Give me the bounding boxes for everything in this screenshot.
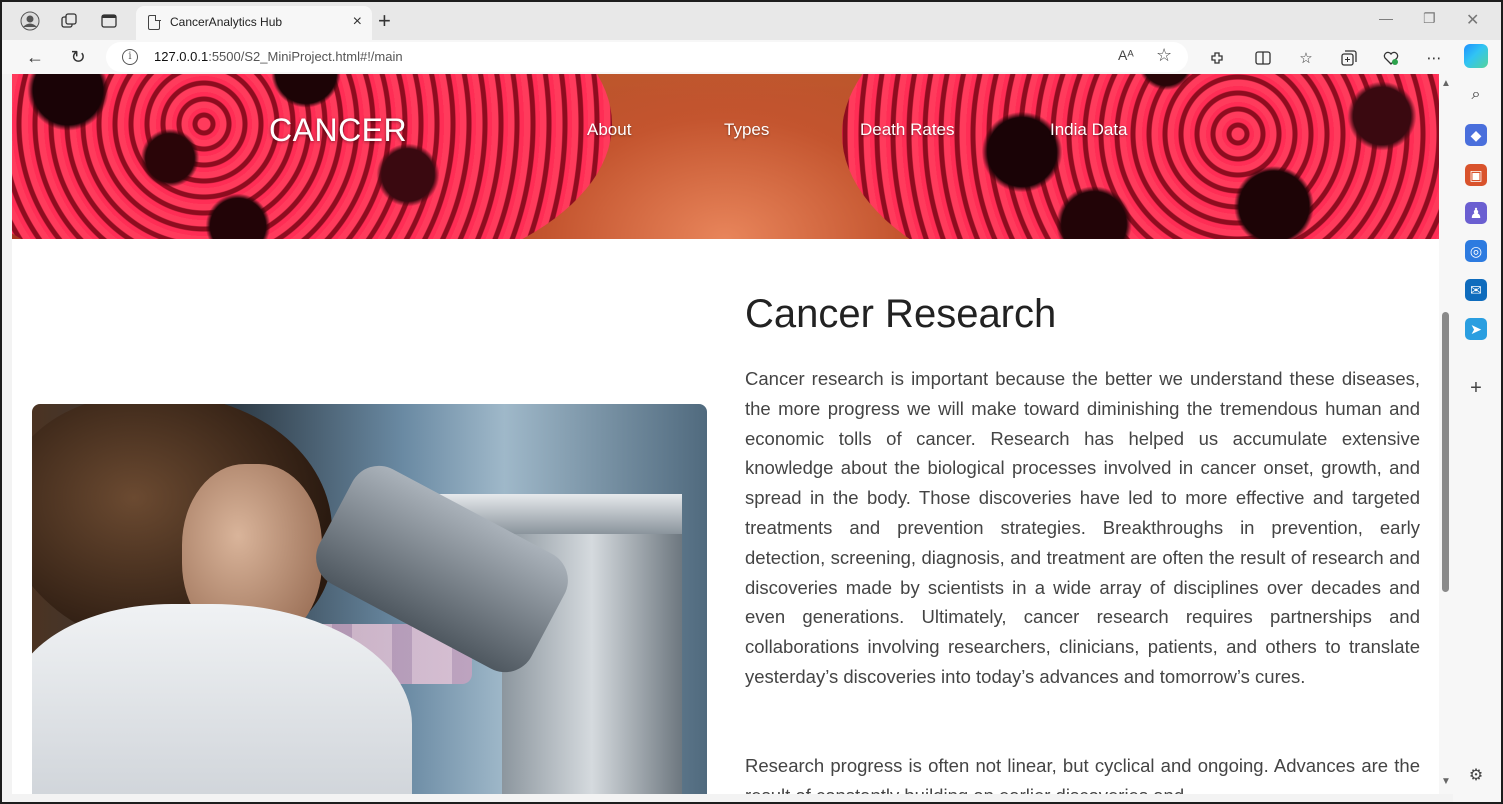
new-tab-button[interactable]: + <box>378 8 391 34</box>
add-sidebar-app-icon[interactable]: + <box>1465 377 1487 399</box>
minimize-icon[interactable]: — <box>1379 10 1393 26</box>
vertical-tabs-icon[interactable] <box>99 11 119 31</box>
page-viewport: CANCER About Types Death Rates India Dat… <box>12 74 1439 794</box>
tools-briefcase-icon[interactable]: ▣ <box>1465 164 1487 186</box>
nav-death-rates[interactable]: Death Rates <box>860 120 955 140</box>
favorites-list-icon[interactable]: ☆ <box>1297 49 1315 67</box>
scrollbar-thumb[interactable] <box>1442 312 1449 592</box>
settings-more-icon[interactable]: ⋯ <box>1425 49 1443 67</box>
scroll-up-icon[interactable]: ▲ <box>1441 78 1451 89</box>
send-drop-icon[interactable]: ➤ <box>1465 318 1487 340</box>
read-aloud-icon[interactable]: Aᴬ <box>1118 47 1134 63</box>
back-icon[interactable]: ← <box>22 44 48 70</box>
nav-about[interactable]: About <box>587 120 631 140</box>
restore-icon[interactable]: ❐ <box>1423 10 1436 27</box>
window-close-icon[interactable]: ✕ <box>1466 10 1479 30</box>
extensions-icon[interactable] <box>1208 49 1226 67</box>
research-paragraph-2: Research progress is often not linear, b… <box>745 755 1420 794</box>
tab-active[interactable]: CancerAnalytics Hub × <box>136 6 372 40</box>
tab-strip: CancerAnalytics Hub × + — ❐ ✕ <box>2 2 1501 40</box>
search-icon[interactable]: ⌕ <box>1465 84 1487 106</box>
outlook-icon[interactable]: ✉ <box>1465 279 1487 301</box>
favorite-star-icon[interactable]: ☆ <box>1156 45 1172 66</box>
site-info-icon[interactable]: i <box>122 49 138 65</box>
nav-india-data[interactable]: India Data <box>1050 120 1128 140</box>
shopping-tag-icon[interactable]: ◆ <box>1465 124 1487 146</box>
browser-essentials-icon[interactable] <box>1382 49 1400 67</box>
nav-types[interactable]: Types <box>724 120 769 140</box>
microsoft-365-icon[interactable]: ◎ <box>1465 240 1487 262</box>
address-url[interactable]: 127.0.0.1:5500/S2_MiniProject.html#!/mai… <box>154 49 403 64</box>
page-title: Cancer Research <box>745 292 1057 336</box>
tab-title: CancerAnalytics Hub <box>170 15 283 29</box>
collections-icon[interactable] <box>1340 49 1358 67</box>
scroll-down-icon[interactable]: ▼ <box>1441 776 1451 787</box>
address-toolbar: ← ↻ i 127.0.0.1:5500/S2_MiniProject.html… <box>2 40 1501 74</box>
address-bar[interactable]: i 127.0.0.1:5500/S2_MiniProject.html#!/m… <box>106 42 1188 72</box>
split-screen-icon[interactable] <box>1254 49 1272 67</box>
profile-avatar-icon[interactable] <box>20 11 40 31</box>
workspaces-icon[interactable] <box>59 11 79 31</box>
edge-sidebar: ⌕ ◆ ▣ ♟ ◎ ✉ ➤ + ⚙ <box>1453 74 1501 802</box>
browser-window: CancerAnalytics Hub × + — ❐ ✕ ← ↻ i 127.… <box>0 0 1503 804</box>
site-logo[interactable]: CANCER <box>269 112 407 149</box>
sidebar-settings-icon[interactable]: ⚙ <box>1465 764 1487 786</box>
researcher-microscope-photo <box>32 404 707 794</box>
games-icon[interactable]: ♟ <box>1465 202 1487 224</box>
cancer-cell-image-left <box>12 74 612 239</box>
page-scrollbar[interactable]: ▲ ▼ <box>1439 74 1453 794</box>
copilot-icon[interactable] <box>1464 44 1488 68</box>
research-paragraph-1: Cancer research is important because the… <box>745 368 1420 687</box>
refresh-icon[interactable]: ↻ <box>65 44 91 70</box>
hero-banner: CANCER About Types Death Rates India Dat… <box>12 74 1439 239</box>
cancer-cell-image-right <box>842 74 1439 239</box>
tab-close-icon[interactable]: × <box>353 13 362 31</box>
page-favicon-icon <box>148 14 161 30</box>
